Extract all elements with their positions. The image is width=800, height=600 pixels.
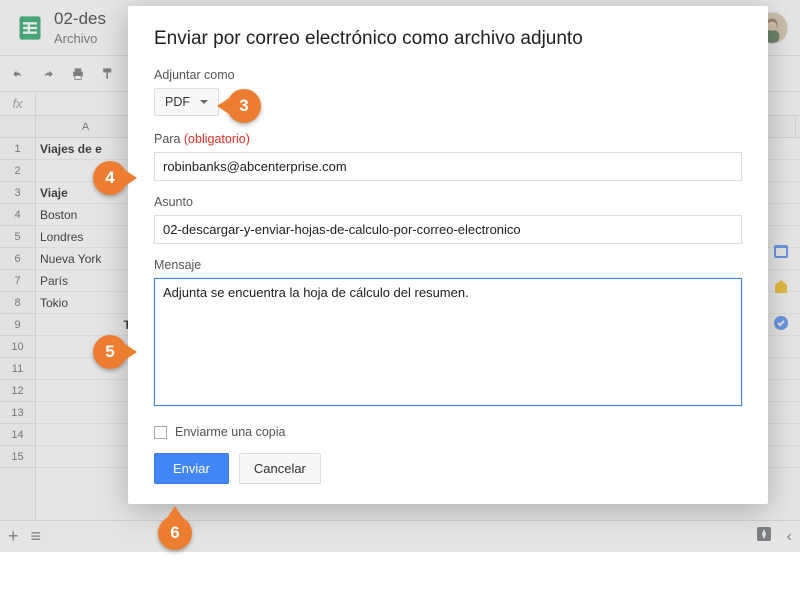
row-header[interactable]: 1 [0,138,35,160]
row-header[interactable]: 5 [0,226,35,248]
send-copy-checkbox[interactable] [154,426,167,439]
explore-icon[interactable] [755,525,773,548]
add-sheet-button[interactable]: + [8,526,19,547]
cell[interactable]: T [36,314,136,335]
attach-as-label: Adjuntar como [154,68,742,82]
email-attachment-dialog: Enviar por correo electrónico como archi… [128,6,768,504]
paint-format-icon[interactable] [98,65,118,83]
tasks-sidepanel-icon[interactable] [772,314,790,332]
redo-icon[interactable] [38,65,58,83]
row-header[interactable]: 10 [0,336,35,358]
fx-label: fx [0,92,36,115]
subject-label: Asunto [154,195,742,209]
send-copy-label: Enviarme una copia [175,425,285,439]
callout-4: 4 [93,161,127,195]
row-header[interactable]: 7 [0,270,35,292]
cancel-button[interactable]: Cancelar [239,453,321,484]
attach-format-value: PDF [165,95,190,109]
row-header[interactable]: 6 [0,248,35,270]
callout-3: 3 [227,89,261,123]
cell[interactable]: Boston [36,204,136,225]
sheet-tabs-bar: + ≡ ‹ [0,520,800,552]
row-header[interactable]: 13 [0,402,35,424]
row-header[interactable]: 3 [0,182,35,204]
send-button[interactable]: Enviar [154,453,229,484]
cell[interactable]: París [36,270,136,291]
caret-down-icon [200,100,208,104]
row-header[interactable]: 9 [0,314,35,336]
row-header[interactable]: 12 [0,380,35,402]
message-label: Mensaje [154,258,742,272]
keep-sidepanel-icon[interactable] [772,278,790,296]
col-header-a[interactable]: A [36,116,136,137]
cell[interactable]: Londres [36,226,136,247]
row-header[interactable]: 11 [0,358,35,380]
all-sheets-button[interactable]: ≡ [31,526,42,547]
message-textarea[interactable] [154,278,742,406]
sheets-logo-icon[interactable] [12,10,48,46]
cell[interactable]: Viajes de e [36,138,136,159]
sidepanel-collapse-icon[interactable]: ‹ [787,528,792,546]
row-header[interactable]: 8 [0,292,35,314]
dialog-title: Enviar por correo electrónico como archi… [154,28,742,50]
row-header[interactable]: 15 [0,446,35,468]
callout-5: 5 [93,335,127,369]
to-input[interactable] [154,152,742,181]
callout-6: 6 [158,516,192,550]
cell[interactable]: Nueva York [36,248,136,269]
row-header[interactable]: 4 [0,204,35,226]
calendar-sidepanel-icon[interactable] [772,242,790,260]
to-label: Para (obligatorio) [154,132,742,146]
row-header[interactable]: 2 [0,160,35,182]
print-icon[interactable] [68,65,88,83]
row-header[interactable]: 14 [0,424,35,446]
subject-input[interactable] [154,215,742,244]
cell[interactable]: Tokio [36,292,136,313]
undo-icon[interactable] [8,65,28,83]
attach-format-dropdown[interactable]: PDF [154,88,219,116]
